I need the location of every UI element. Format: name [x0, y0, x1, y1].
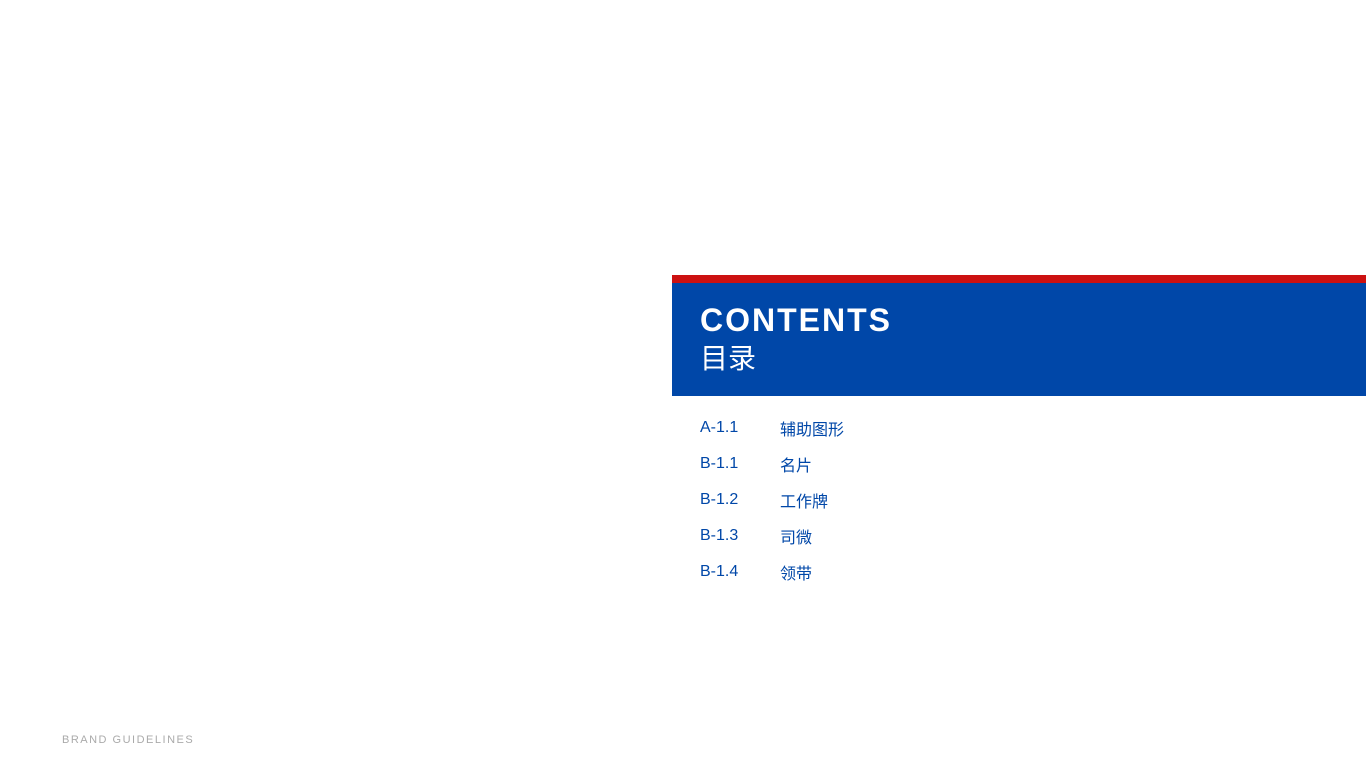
item-code: B-1.1	[700, 455, 780, 473]
contents-title-cn: 目录	[700, 341, 1338, 377]
item-label: 司微	[780, 524, 812, 548]
contents-title-en: CONTENTS	[700, 301, 1338, 339]
page: CONTENTS 目录 A-1.1辅助图形B-1.1名片B-1.2工作牌B-1.…	[0, 0, 1366, 768]
contents-header: CONTENTS 目录	[672, 283, 1366, 396]
item-label: 领带	[780, 560, 812, 584]
item-code: B-1.3	[700, 527, 780, 545]
item-label: 辅助图形	[780, 416, 844, 440]
list-item: B-1.1名片	[700, 452, 1338, 476]
list-item: B-1.3司微	[700, 524, 1338, 548]
footer-brand-guidelines: BRAND GUIDELINES	[62, 734, 194, 746]
item-label: 工作牌	[780, 488, 828, 512]
item-label: 名片	[780, 452, 812, 476]
content-block: CONTENTS 目录 A-1.1辅助图形B-1.1名片B-1.2工作牌B-1.…	[672, 275, 1366, 626]
item-code: B-1.4	[700, 563, 780, 581]
item-code: A-1.1	[700, 419, 780, 437]
list-item: B-1.4领带	[700, 560, 1338, 584]
list-item: A-1.1辅助图形	[700, 416, 1338, 440]
red-accent-bar	[672, 275, 1366, 283]
item-code: B-1.2	[700, 491, 780, 509]
list-item: B-1.2工作牌	[700, 488, 1338, 512]
contents-list: A-1.1辅助图形B-1.1名片B-1.2工作牌B-1.3司微B-1.4领带	[672, 396, 1366, 626]
